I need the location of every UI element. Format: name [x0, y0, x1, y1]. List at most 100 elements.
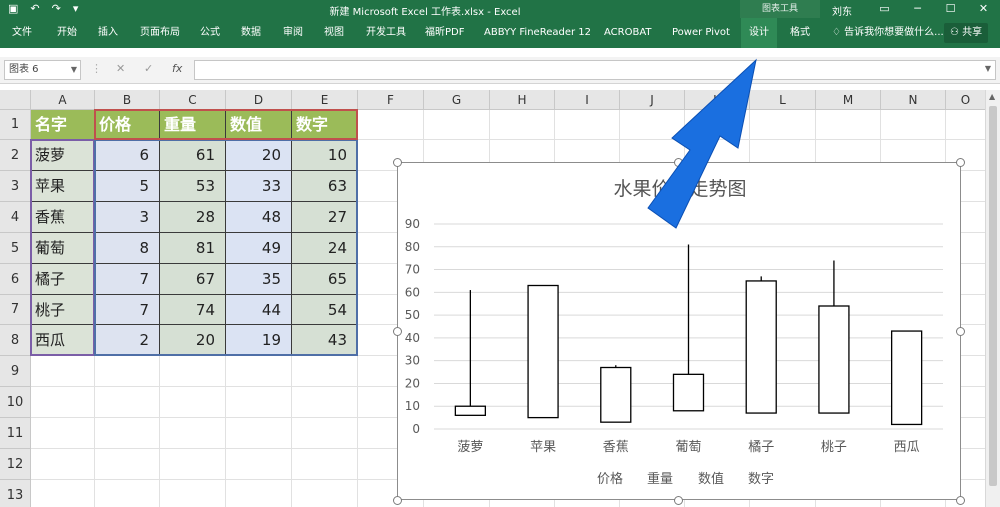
- tab-view[interactable]: 视图: [324, 18, 344, 48]
- header-cell[interactable]: 数字: [292, 110, 358, 140]
- data-cell[interactable]: 61: [160, 140, 226, 171]
- column-header-L[interactable]: L: [750, 90, 816, 110]
- header-cell[interactable]: 重量: [160, 110, 226, 140]
- data-cell[interactable]: 19: [226, 325, 292, 356]
- data-cell[interactable]: 27: [292, 202, 358, 233]
- resize-handle-top-left[interactable]: [393, 158, 402, 167]
- data-cell[interactable]: 65: [292, 264, 358, 295]
- close-button[interactable]: ✕: [967, 0, 1000, 18]
- tab-foxit-pdf[interactable]: 福昕PDF: [425, 18, 464, 48]
- chart-object[interactable]: 水果价格走势图 0 10 20 30 40 50 60 70 80 90 菠萝 苹果 香蕉 葡萄 橘子 桃子 西瓜…: [397, 162, 961, 500]
- tab-acrobat[interactable]: ACROBAT: [604, 18, 652, 48]
- chevron-down-icon[interactable]: ▼: [71, 61, 77, 79]
- fruit-name-cell[interactable]: 桃子: [31, 295, 95, 325]
- row-header-7[interactable]: 7: [0, 295, 31, 325]
- share-button[interactable]: ⚇ 共享: [944, 23, 989, 43]
- data-cell[interactable]: 8: [95, 233, 160, 264]
- tab-file[interactable]: 文件: [12, 18, 32, 48]
- row-header-3[interactable]: 3: [0, 171, 31, 202]
- row-header-10[interactable]: 10: [0, 387, 31, 418]
- tab-data[interactable]: 数据: [241, 18, 261, 48]
- data-cell[interactable]: 7: [95, 264, 160, 295]
- tab-review[interactable]: 审阅: [283, 18, 303, 48]
- column-header-N[interactable]: N: [881, 90, 946, 110]
- row-header-12[interactable]: 12: [0, 449, 31, 480]
- resize-handle-bottom-left[interactable]: [393, 496, 402, 505]
- data-cell[interactable]: 81: [160, 233, 226, 264]
- vertical-scrollbar[interactable]: ▲: [985, 90, 1000, 507]
- column-header-M[interactable]: M: [816, 90, 881, 110]
- data-cell[interactable]: 28: [160, 202, 226, 233]
- minimize-button[interactable]: ─: [901, 0, 934, 18]
- column-header-I[interactable]: I: [555, 90, 620, 110]
- column-header-K[interactable]: K: [685, 90, 750, 110]
- tab-developer[interactable]: 开发工具: [366, 18, 406, 48]
- column-header-C[interactable]: C: [160, 90, 226, 110]
- data-cell[interactable]: 24: [292, 233, 358, 264]
- column-header-A[interactable]: A: [31, 90, 95, 110]
- data-cell[interactable]: 33: [226, 171, 292, 202]
- data-cell[interactable]: 20: [226, 140, 292, 171]
- row-header-4[interactable]: 4: [0, 202, 31, 233]
- name-box[interactable]: 图表 6 ▼: [4, 60, 81, 80]
- row-header-11[interactable]: 11: [0, 418, 31, 449]
- tab-formulas[interactable]: 公式: [200, 18, 220, 48]
- tab-insert[interactable]: 插入: [98, 18, 118, 48]
- resize-handle-top[interactable]: [674, 158, 683, 167]
- column-header-O[interactable]: O: [946, 90, 986, 110]
- row-header-13[interactable]: 13: [0, 480, 31, 507]
- data-cell[interactable]: 54: [292, 295, 358, 325]
- row-header-1[interactable]: 1: [0, 110, 31, 140]
- column-header-H[interactable]: H: [490, 90, 555, 110]
- column-header-D[interactable]: D: [226, 90, 292, 110]
- header-cell[interactable]: 数值: [226, 110, 292, 140]
- header-cell[interactable]: 价格: [95, 110, 160, 140]
- data-cell[interactable]: 49: [226, 233, 292, 264]
- fruit-name-cell[interactable]: 菠萝: [31, 140, 95, 171]
- column-header-G[interactable]: G: [424, 90, 490, 110]
- data-cell[interactable]: 43: [292, 325, 358, 356]
- scroll-thumb[interactable]: [989, 106, 997, 486]
- restore-button[interactable]: ☐: [934, 0, 967, 18]
- tab-abbyy[interactable]: ABBYY FineReader 12: [484, 18, 591, 48]
- fruit-name-cell[interactable]: 香蕉: [31, 202, 95, 233]
- data-cell[interactable]: 53: [160, 171, 226, 202]
- tell-me-box[interactable]: ♢ 告诉我你想要做什么...: [832, 18, 944, 48]
- data-cell[interactable]: 3: [95, 202, 160, 233]
- resize-handle-bottom[interactable]: [674, 496, 683, 505]
- select-all-corner[interactable]: [0, 90, 31, 110]
- data-cell[interactable]: 35: [226, 264, 292, 295]
- data-cell[interactable]: 10: [292, 140, 358, 171]
- resize-handle-top-right[interactable]: [956, 158, 965, 167]
- column-header-E[interactable]: E: [292, 90, 358, 110]
- row-header-8[interactable]: 8: [0, 325, 31, 356]
- column-header-J[interactable]: J: [620, 90, 685, 110]
- row-header-5[interactable]: 5: [0, 233, 31, 264]
- user-name[interactable]: 刘东: [832, 3, 852, 18]
- fruit-name-cell[interactable]: 苹果: [31, 171, 95, 202]
- tab-design[interactable]: 设计: [741, 18, 777, 48]
- insert-function-icon[interactable]: fx: [172, 62, 182, 75]
- data-cell[interactable]: 67: [160, 264, 226, 295]
- formula-input[interactable]: ▼: [194, 60, 996, 80]
- data-cell[interactable]: 44: [226, 295, 292, 325]
- expand-formula-icon[interactable]: ▼: [985, 64, 991, 73]
- tab-power-pivot[interactable]: Power Pivot: [672, 18, 730, 48]
- tab-format[interactable]: 格式: [790, 18, 810, 48]
- data-cell[interactable]: 48: [226, 202, 292, 233]
- fruit-name-cell[interactable]: 橘子: [31, 264, 95, 295]
- data-cell[interactable]: 2: [95, 325, 160, 356]
- resize-handle-bottom-right[interactable]: [956, 496, 965, 505]
- fruit-name-cell[interactable]: 西瓜: [31, 325, 95, 356]
- data-cell[interactable]: 6: [95, 140, 160, 171]
- resize-handle-left[interactable]: [393, 327, 402, 336]
- tab-home[interactable]: 开始: [57, 18, 77, 48]
- scroll-up-icon[interactable]: ▲: [989, 92, 995, 101]
- tab-page-layout[interactable]: 页面布局: [140, 18, 180, 48]
- column-header-B[interactable]: B: [95, 90, 160, 110]
- header-cell[interactable]: 名字: [31, 110, 95, 140]
- cancel-icon[interactable]: ✕: [116, 62, 125, 75]
- ribbon-options-icon[interactable]: ▭: [868, 0, 901, 18]
- data-cell[interactable]: 5: [95, 171, 160, 202]
- fruit-name-cell[interactable]: 葡萄: [31, 233, 95, 264]
